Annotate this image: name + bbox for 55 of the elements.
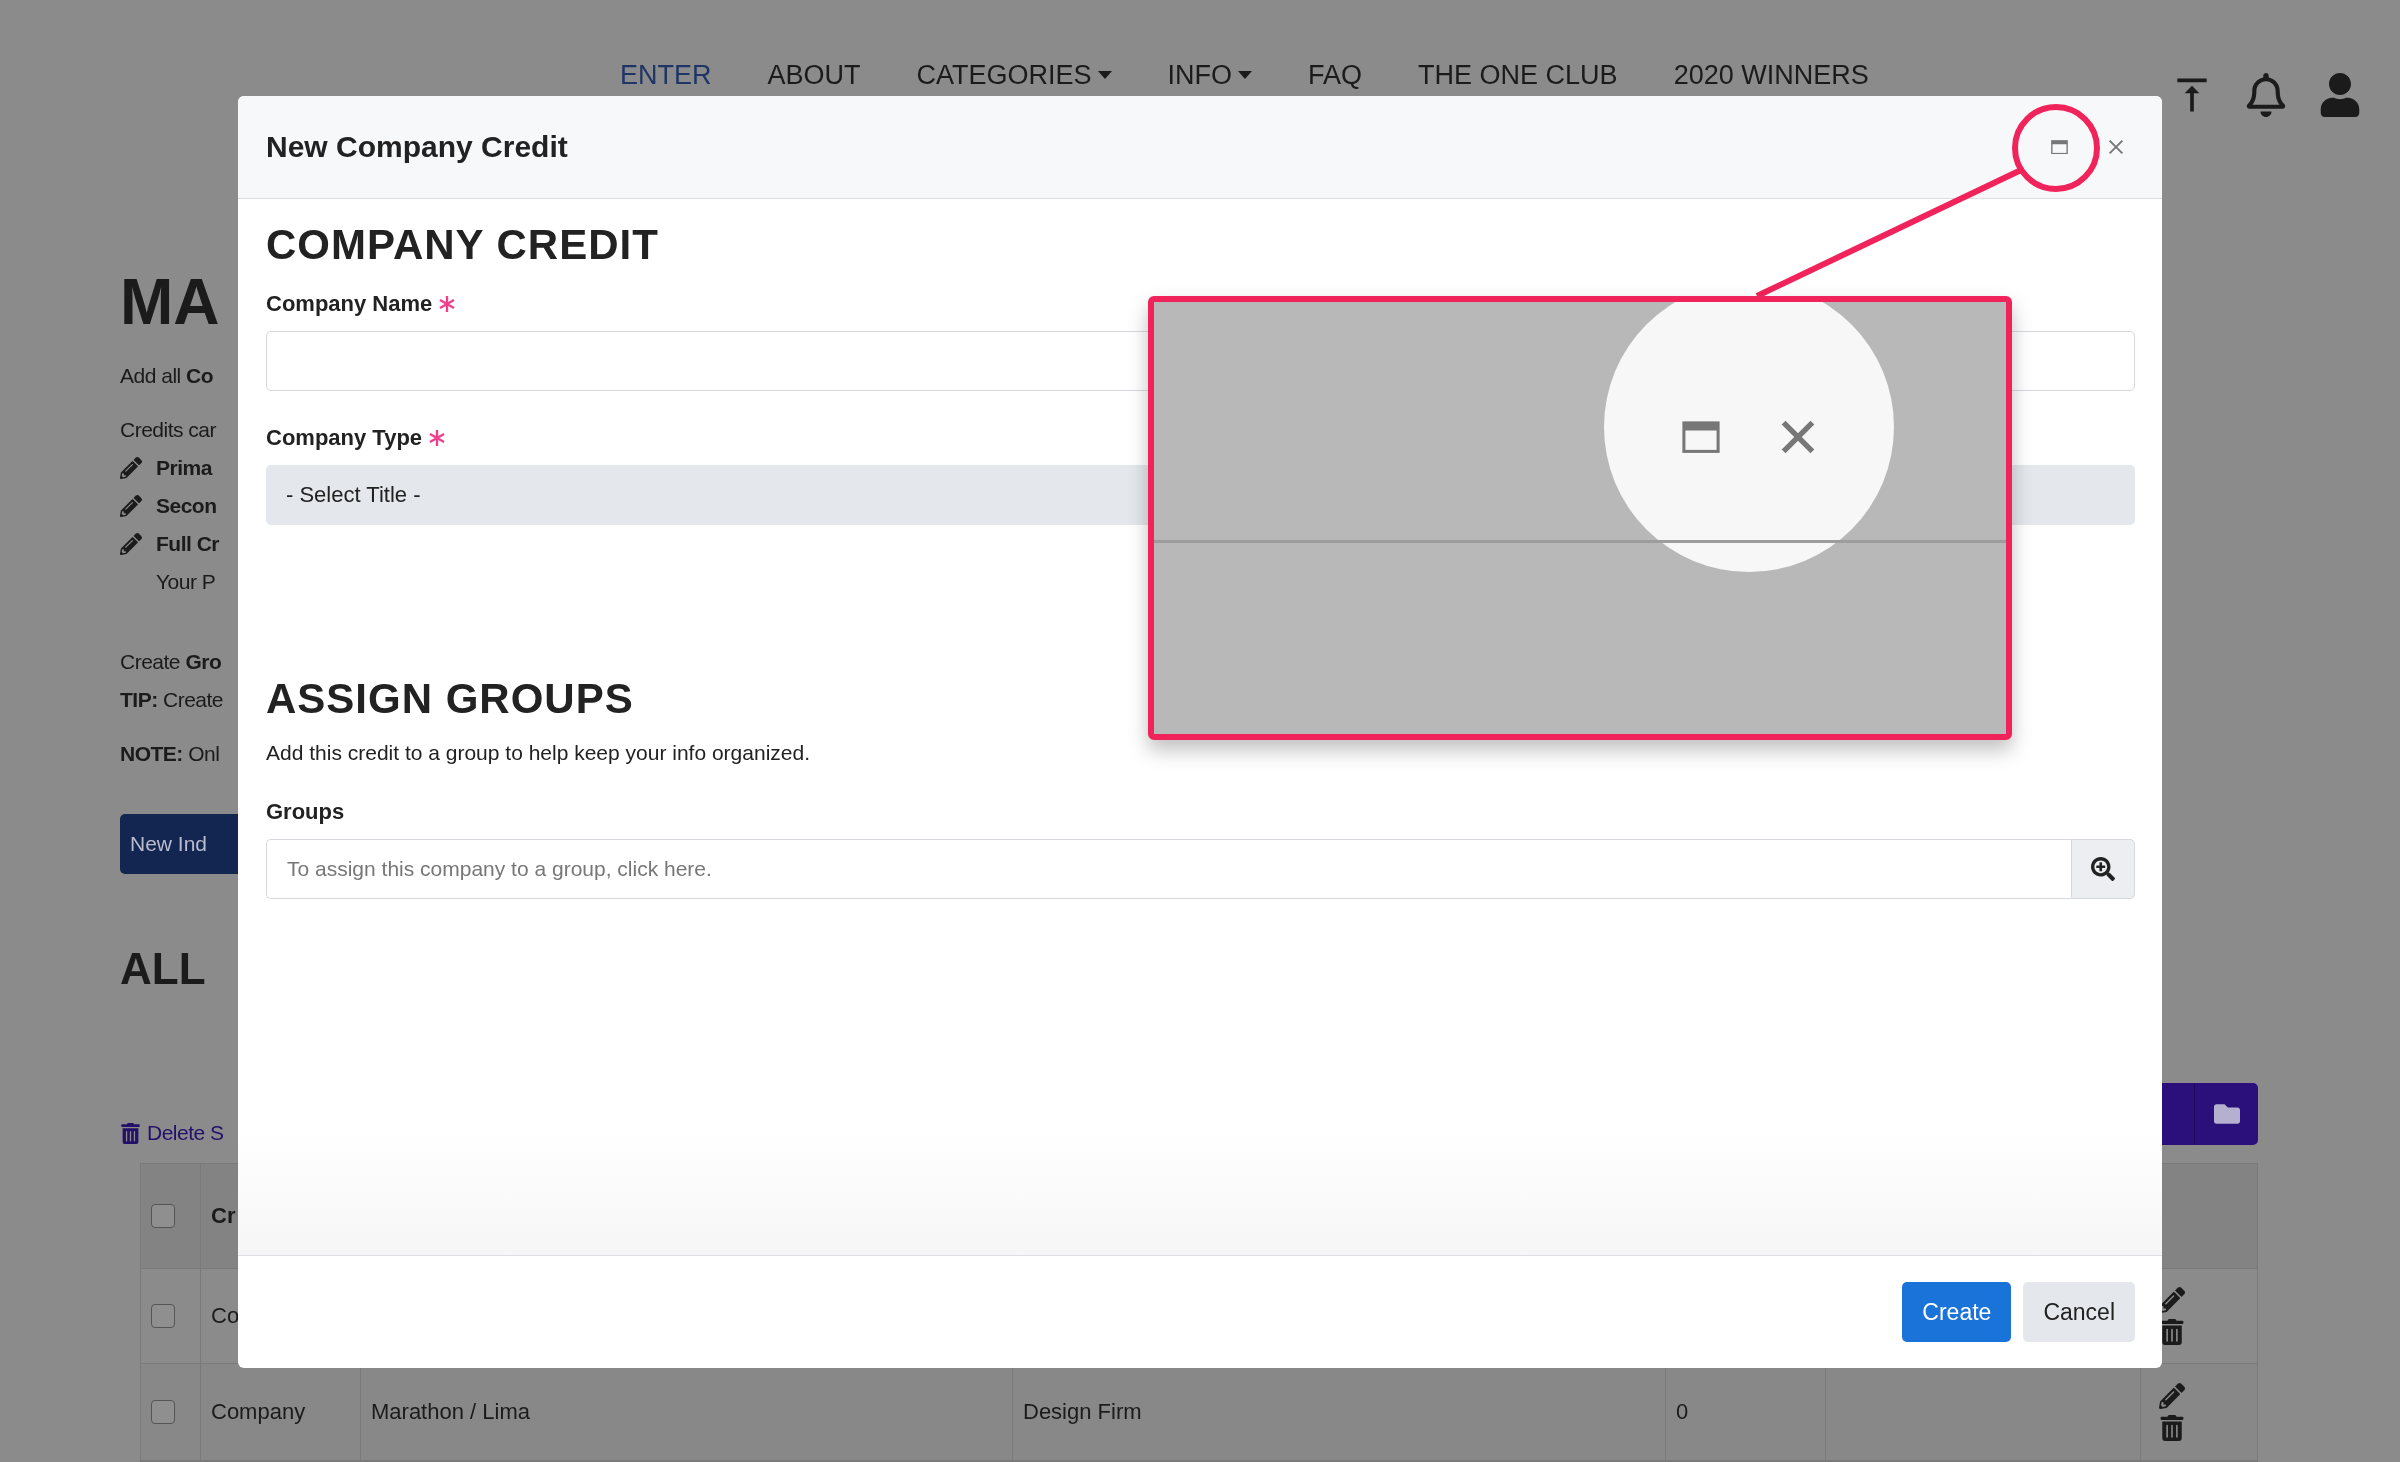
table-cell: Design Firm — [1023, 1399, 1142, 1425]
nav-link[interactable]: 2020 WINNERS — [1673, 59, 1869, 91]
create-button[interactable]: Create — [1902, 1282, 2012, 1342]
cancel-button[interactable]: Cancel — [2023, 1282, 2135, 1342]
bullet-text: Secon — [156, 494, 217, 518]
pencil-icon — [120, 533, 142, 555]
section-heading: ASSIGN GROUPS — [266, 675, 635, 723]
section-heading: COMPANY CREDIT — [266, 221, 660, 269]
groups-text: Create Gro — [120, 650, 222, 674]
bullet-text: Full Cr — [156, 532, 219, 556]
nav-link[interactable]: THE ONE CLUB — [1418, 59, 1618, 91]
checkbox[interactable] — [151, 1204, 175, 1228]
nav-link[interactable]: CATEGORIES — [916, 59, 1112, 91]
folder-button[interactable] — [2195, 1083, 2258, 1145]
field-label: Groups — [266, 799, 345, 825]
groups-field[interactable]: To assign this company to a group, click here. — [266, 839, 2071, 899]
nav-link[interactable]: ENTER — [620, 59, 712, 91]
trash-icon — [120, 1122, 141, 1144]
checkbox[interactable] — [151, 1400, 175, 1424]
table-cell: 0 — [1676, 1399, 1689, 1425]
intro-text: Add all Co — [120, 364, 214, 388]
window-icon[interactable] — [2051, 139, 2068, 155]
modal-title: New Company Credit — [266, 130, 568, 164]
note-text: NOTE: Onl — [120, 742, 220, 766]
tip-text: TIP: Create — [120, 688, 224, 712]
bullet-note: Your P — [155, 570, 216, 594]
nav-link[interactable]: FAQ — [1308, 59, 1363, 91]
window-icon[interactable] — [1682, 420, 1720, 454]
bullet-text: Prima — [156, 456, 212, 480]
page-title: MA — [120, 270, 220, 334]
section-description: Add this credit to a group to help keep your info organized. — [266, 741, 811, 765]
checkbox[interactable] — [151, 1304, 175, 1328]
nav-link[interactable]: INFO — [1167, 59, 1253, 91]
pencil-icon — [120, 495, 142, 517]
table-cell: Company — [211, 1399, 306, 1425]
section-title: ALL — [120, 944, 206, 994]
pencil-icon — [120, 457, 142, 479]
folder-icon — [2213, 1101, 2240, 1127]
table-cell: Marathon / Lima — [371, 1399, 530, 1425]
column-header: Cr — [211, 1203, 236, 1229]
user-icon[interactable] — [2318, 73, 2362, 117]
field-label: Company Name — [266, 291, 433, 317]
close-icon[interactable] — [1780, 419, 1816, 455]
zoom-in-icon — [2091, 857, 2115, 881]
new-button[interactable]: New Ind — [120, 814, 238, 874]
trash-icon[interactable] — [2159, 1319, 2185, 1345]
field-label: Company Type — [266, 425, 423, 451]
search-button[interactable] — [2071, 839, 2135, 899]
delete-link[interactable]: Delete S — [120, 1121, 224, 1145]
table-cell: Co — [211, 1303, 240, 1329]
edit-icon[interactable] — [2159, 1287, 2185, 1313]
nav-link[interactable]: ABOUT — [767, 59, 861, 91]
credits-text: Credits car — [120, 418, 217, 442]
close-icon[interactable] — [2108, 139, 2124, 155]
bell-icon[interactable] — [2244, 73, 2288, 117]
